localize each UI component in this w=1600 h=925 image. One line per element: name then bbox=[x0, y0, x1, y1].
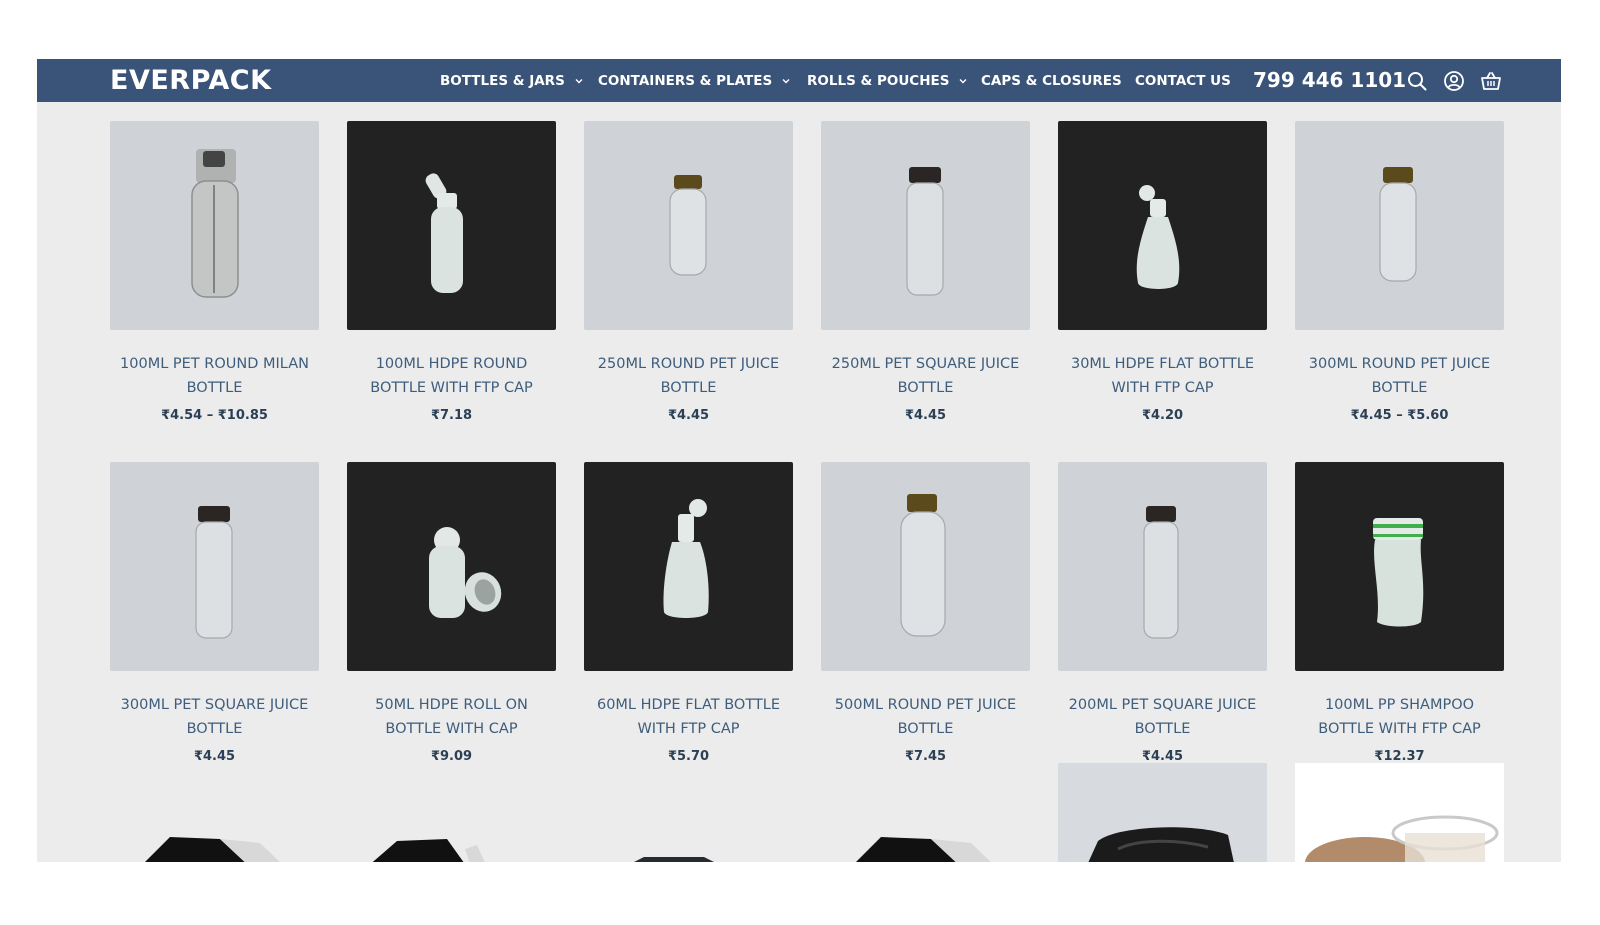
bottle-image bbox=[669, 175, 707, 276]
container-image bbox=[372, 839, 485, 862]
product-title[interactable]: 250ML PET SQUARE JUICE BOTTLE bbox=[821, 352, 1030, 400]
product-title[interactable]: 250ML ROUND PET JUICE BOTTLE bbox=[584, 352, 793, 400]
product-card-partial[interactable] bbox=[584, 787, 793, 862]
product-price: ₹4.45 – ₹5.60 bbox=[1350, 408, 1449, 423]
product-price: ₹4.45 bbox=[193, 749, 236, 764]
product-image[interactable] bbox=[584, 121, 793, 330]
product-card-partial[interactable] bbox=[347, 787, 556, 862]
product-title[interactable]: 30ML HDPE FLAT BOTTLE WITH FTP CAP bbox=[1058, 352, 1267, 400]
container-image bbox=[1295, 763, 1504, 862]
product-title[interactable]: 500ML ROUND PET JUICE BOTTLE bbox=[821, 693, 1030, 741]
nav-rolls-pouches[interactable]: ROLLS & POUCHES bbox=[807, 71, 968, 91]
product-card[interactable]: 250ML ROUND PET JUICE BOTTLE ₹4.45 bbox=[584, 121, 793, 423]
product-card[interactable]: 100ML PET ROUND MILAN BOTTLE ₹4.54 – ₹10… bbox=[110, 121, 319, 423]
bottle-image bbox=[906, 167, 944, 296]
product-card[interactable]: 30ML HDPE FLAT BOTTLE WITH FTP CAP ₹4.20 bbox=[1058, 121, 1267, 423]
product-image[interactable] bbox=[821, 121, 1030, 330]
product-price: ₹4.45 bbox=[904, 408, 947, 423]
bottle-image bbox=[663, 499, 709, 618]
bottle-image bbox=[191, 149, 239, 298]
product-card[interactable]: 250ML PET SQUARE JUICE BOTTLE ₹4.45 bbox=[821, 121, 1030, 423]
product-card[interactable]: 300ML ROUND PET JUICE BOTTLE ₹4.45 – ₹5.… bbox=[1295, 121, 1504, 423]
nav-label: ROLLS & POUCHES bbox=[807, 73, 950, 89]
product-price: ₹4.45 bbox=[667, 408, 710, 423]
product-title[interactable]: 50ML HDPE ROLL ON BOTTLE WITH CAP bbox=[347, 693, 556, 741]
bottle-image bbox=[1143, 506, 1179, 639]
container-image bbox=[145, 837, 280, 862]
product-card[interactable]: 500ML ROUND PET JUICE BOTTLE ₹7.45 bbox=[821, 462, 1030, 764]
product-card[interactable]: 100ML HDPE ROUND BOTTLE WITH FTP CAP ₹7.… bbox=[347, 121, 556, 423]
product-card[interactable]: 100ML PP SHAMPOO BOTTLE WITH FTP CAP ₹12… bbox=[1295, 462, 1504, 764]
bottle-image bbox=[1379, 167, 1417, 282]
product-price: ₹4.54 – ₹10.85 bbox=[161, 408, 268, 423]
product-price: ₹4.20 bbox=[1141, 408, 1184, 423]
bottle-image bbox=[429, 527, 502, 618]
product-image[interactable] bbox=[584, 462, 793, 671]
product-card[interactable]: 300ML PET SQUARE JUICE BOTTLE ₹4.45 bbox=[110, 462, 319, 764]
product-card[interactable]: 60ML HDPE FLAT BOTTLE WITH FTP CAP ₹5.70 bbox=[584, 462, 793, 764]
product-price: ₹7.45 bbox=[904, 749, 947, 764]
product-card-partial[interactable] bbox=[1058, 763, 1267, 862]
product-card[interactable]: 200ML PET SQUARE JUICE BOTTLE ₹4.45 bbox=[1058, 462, 1267, 764]
product-card-partial[interactable] bbox=[110, 787, 319, 862]
nav-containers-plates[interactable]: CONTAINERS & PLATES bbox=[598, 71, 791, 91]
site-header: EVERPACK BOTTLES & JARS CONTAINERS & PLA… bbox=[37, 59, 1561, 102]
bottle-image bbox=[900, 494, 946, 637]
account-icon[interactable] bbox=[1443, 70, 1465, 92]
nav-bottles-jars[interactable]: BOTTLES & JARS bbox=[440, 71, 584, 91]
product-title[interactable]: 100ML PP SHAMPOO BOTTLE WITH FTP CAP bbox=[1295, 693, 1504, 741]
product-image[interactable] bbox=[110, 121, 319, 330]
nav-label: CONTACT US bbox=[1135, 73, 1231, 89]
page-frame: EVERPACK BOTTLES & JARS CONTAINERS & PLA… bbox=[37, 59, 1561, 862]
product-title[interactable]: 60ML HDPE FLAT BOTTLE WITH FTP CAP bbox=[584, 693, 793, 741]
container-image bbox=[1058, 763, 1267, 862]
search-icon[interactable] bbox=[1406, 70, 1428, 92]
product-image[interactable] bbox=[1058, 121, 1267, 330]
product-image[interactable] bbox=[347, 462, 556, 671]
product-title[interactable]: 300ML ROUND PET JUICE BOTTLE bbox=[1295, 352, 1504, 400]
cart-icon[interactable] bbox=[1480, 70, 1502, 92]
product-image[interactable] bbox=[1058, 462, 1267, 671]
product-image[interactable] bbox=[1295, 462, 1504, 671]
bottle-image bbox=[195, 506, 233, 639]
product-price: ₹7.18 bbox=[430, 408, 473, 423]
chevron-down-icon bbox=[959, 79, 967, 84]
product-card[interactable]: 50ML HDPE ROLL ON BOTTLE WITH CAP ₹9.09 bbox=[347, 462, 556, 764]
product-title[interactable]: 200ML PET SQUARE JUICE BOTTLE bbox=[1058, 693, 1267, 741]
nav-caps-closures[interactable]: CAPS & CLOSURES bbox=[981, 71, 1122, 91]
product-image[interactable] bbox=[110, 462, 319, 671]
site-logo[interactable]: EVERPACK bbox=[110, 65, 272, 97]
bottle-image bbox=[1136, 185, 1180, 289]
product-title[interactable]: 300ML PET SQUARE JUICE BOTTLE bbox=[110, 693, 319, 741]
product-image[interactable] bbox=[821, 462, 1030, 671]
product-title[interactable]: 100ML HDPE ROUND BOTTLE WITH FTP CAP bbox=[347, 352, 556, 400]
nav-contact-us[interactable]: CONTACT US bbox=[1135, 71, 1231, 91]
bottle-image bbox=[425, 173, 463, 293]
product-image[interactable] bbox=[347, 121, 556, 330]
nav-label: CONTAINERS & PLATES bbox=[598, 73, 773, 89]
product-image[interactable] bbox=[1295, 121, 1504, 330]
product-price: ₹12.37 bbox=[1374, 749, 1425, 764]
product-title[interactable]: 100ML PET ROUND MILAN BOTTLE bbox=[110, 352, 319, 400]
container-image bbox=[856, 837, 991, 862]
chevron-down-icon bbox=[575, 79, 583, 84]
phone-number[interactable]: 799 446 1101 bbox=[1253, 66, 1406, 94]
product-price: ₹9.09 bbox=[430, 749, 473, 764]
nav-label: CAPS & CLOSURES bbox=[981, 73, 1122, 89]
bottle-image bbox=[1373, 518, 1424, 627]
product-card-partial[interactable] bbox=[1295, 763, 1504, 862]
nav-label: BOTTLES & JARS bbox=[440, 73, 565, 89]
product-price: ₹5.70 bbox=[667, 749, 710, 764]
product-price: ₹4.45 bbox=[1141, 749, 1184, 764]
chevron-down-icon bbox=[782, 79, 790, 84]
container-image bbox=[634, 857, 714, 862]
product-card-partial[interactable] bbox=[821, 787, 1030, 862]
